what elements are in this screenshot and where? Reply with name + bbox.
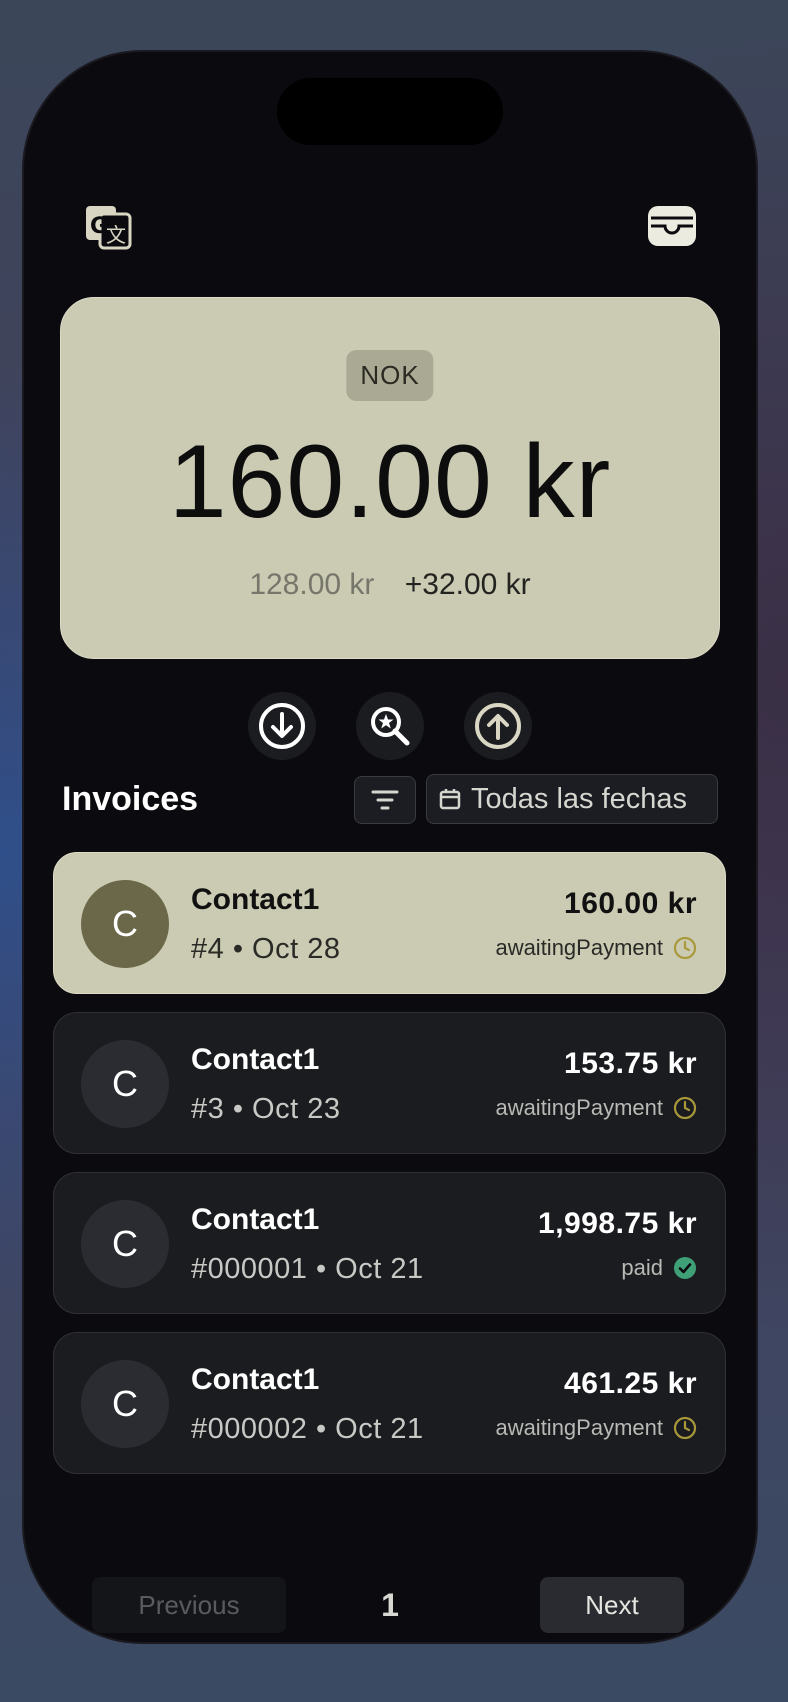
- date-filter-label: Todas las fechas: [471, 782, 688, 815]
- avatar: C: [81, 1360, 169, 1448]
- translate-icon[interactable]: G 文: [82, 200, 134, 252]
- wallet-icon[interactable]: [646, 200, 698, 252]
- invoice-status-label: paid: [621, 1255, 663, 1280]
- avatar: C: [81, 1040, 169, 1128]
- filter-icon: [371, 790, 399, 810]
- invoice-amount: 160.00 kr: [564, 887, 697, 920]
- clock-icon: [673, 1416, 697, 1440]
- invoice-meta: #000002 • Oct 21: [191, 1413, 424, 1445]
- invoice-status: paid: [621, 1255, 697, 1281]
- next-button[interactable]: Next: [540, 1577, 684, 1633]
- receive-button[interactable]: [248, 692, 316, 760]
- search-star-icon: [371, 707, 410, 746]
- balance-delta: +32.00 kr: [404, 568, 531, 601]
- balance-card[interactable]: NOK 160.00 kr 128.00 kr +32.00 kr: [60, 297, 720, 659]
- pagination: Previous 1 Next: [24, 1577, 756, 1633]
- search-button[interactable]: [356, 692, 424, 760]
- wifi-icon: [603, 105, 627, 121]
- invoice-meta: #3 • Oct 23: [191, 1093, 341, 1125]
- invoice-status: awaitingPayment: [495, 935, 697, 961]
- clock-icon: [673, 1096, 697, 1120]
- invoice-contact: Contact1: [191, 1363, 320, 1396]
- arrow-up-circle-icon: [475, 703, 521, 749]
- invoice-status: awaitingPayment: [495, 1415, 697, 1441]
- invoice-row[interactable]: C Contact1 #000001 • Oct 21 1,998.75 kr …: [53, 1172, 726, 1314]
- arrow-down-circle-icon: [259, 703, 305, 749]
- balance-base: 128.00 kr: [249, 568, 375, 601]
- clock-icon: [673, 936, 697, 960]
- invoices-title: Invoices: [62, 780, 199, 818]
- phone-screen: 19:52 G 文 NOK 160.00 kr 128.00 kr +32.00…: [24, 52, 756, 1642]
- invoice-meta: #000001 • Oct 21: [191, 1253, 424, 1285]
- invoice-row[interactable]: C Contact1 #4 • Oct 28 160.00 kr awaitin…: [53, 852, 726, 994]
- avatar: C: [81, 1200, 169, 1288]
- calendar-icon: [439, 789, 461, 810]
- battery-icon: [642, 102, 686, 124]
- invoice-status: awaitingPayment: [495, 1095, 697, 1121]
- balance-amount: 160.00 kr: [168, 424, 612, 540]
- invoice-amount: 153.75 kr: [564, 1047, 697, 1080]
- invoice-amount: 1,998.75 kr: [538, 1207, 697, 1240]
- check-circle-icon: [674, 1257, 696, 1279]
- invoice-status-label: awaitingPayment: [495, 935, 663, 960]
- filter-button[interactable]: [354, 776, 416, 824]
- invoice-contact: Contact1: [191, 883, 320, 916]
- invoice-amount: 461.25 kr: [564, 1367, 697, 1400]
- invoice-contact: Contact1: [191, 1203, 320, 1236]
- balance-breakdown: 128.00 kr +32.00 kr: [61, 568, 719, 602]
- invoice-row[interactable]: C Contact1 #000002 • Oct 21 461.25 kr aw…: [53, 1332, 726, 1474]
- dynamic-island: [277, 78, 503, 145]
- invoice-status-label: awaitingPayment: [495, 1415, 663, 1440]
- invoice-status-label: awaitingPayment: [495, 1095, 663, 1120]
- date-filter-button[interactable]: Todas las fechas: [426, 774, 718, 824]
- avatar: C: [81, 880, 169, 968]
- svg-text:文: 文: [106, 223, 126, 247]
- status-time: 19:52: [120, 96, 197, 127]
- invoice-row[interactable]: C Contact1 #3 • Oct 23 153.75 kr awaitin…: [53, 1012, 726, 1154]
- send-button[interactable]: [464, 692, 532, 760]
- invoice-meta: #4 • Oct 28: [191, 933, 341, 965]
- action-row: [24, 692, 756, 760]
- invoice-contact: Contact1: [191, 1043, 320, 1076]
- currency-chip[interactable]: NOK: [346, 350, 434, 401]
- invoice-list: C Contact1 #4 • Oct 28 160.00 kr awaitin…: [53, 852, 726, 1492]
- status-icons: [600, 102, 686, 124]
